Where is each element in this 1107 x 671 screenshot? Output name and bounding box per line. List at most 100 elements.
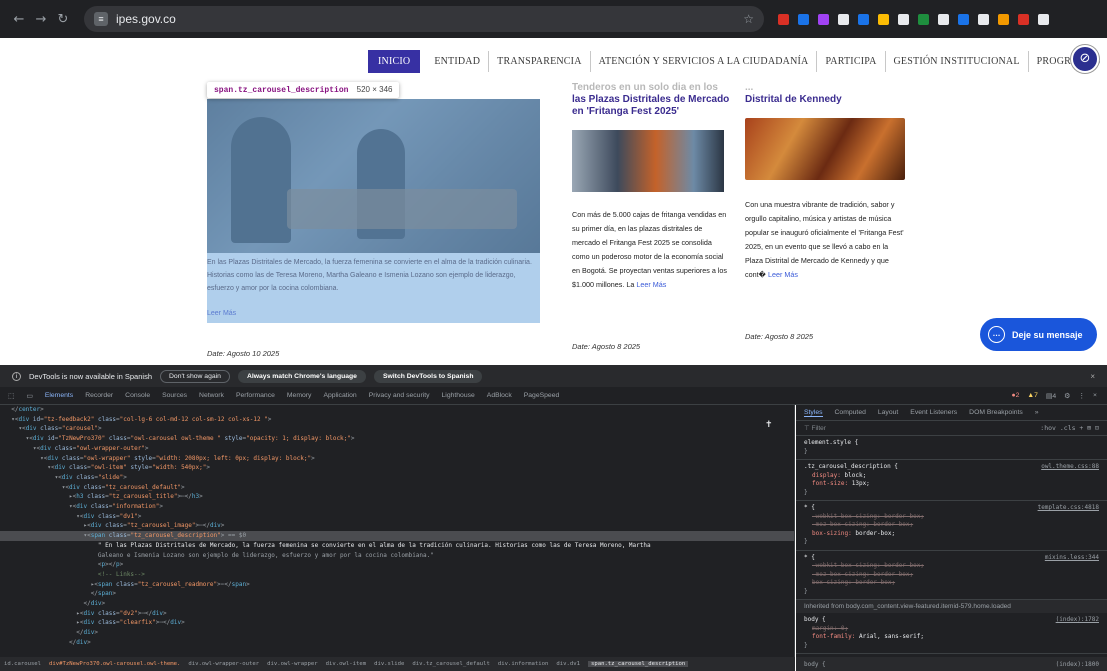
css-rule-description[interactable]: owl.theme.css:88 .tz_carousel_descriptio… bbox=[796, 460, 1107, 501]
dom-node-line[interactable]: </center> bbox=[0, 405, 794, 415]
extension-icon[interactable] bbox=[1018, 13, 1029, 25]
extension-icon[interactable] bbox=[1038, 13, 1049, 25]
rule-source-link[interactable]: (index):1782 bbox=[1056, 616, 1099, 625]
dom-node-line[interactable]: ▾<div class="information"> bbox=[0, 502, 794, 512]
css-property[interactable]: display: block; bbox=[804, 472, 1099, 481]
extension-icon[interactable] bbox=[938, 13, 949, 25]
devtools-tab-sources[interactable]: Sources bbox=[162, 392, 187, 399]
breadcrumb-item[interactable]: span.tz_carousel_description bbox=[587, 661, 689, 667]
breadcrumb-item[interactable]: div#TzNewPro370.owl-carousel.owl-theme. bbox=[49, 661, 180, 667]
extension-icon[interactable] bbox=[978, 13, 989, 25]
news-title-kennedy[interactable]: ... Distrital de Kennedy bbox=[745, 82, 910, 106]
styles-tab-»[interactable]: » bbox=[1035, 409, 1039, 416]
dom-node-line[interactable]: ▾<span class="tz_carousel_description"> … bbox=[0, 531, 794, 541]
dom-node-line[interactable]: ▾<div class="owl-item" style="width: 540… bbox=[0, 463, 794, 473]
dom-node-line[interactable]: Galeano e Ismenia Lozano son ejemplo de … bbox=[0, 551, 794, 561]
breadcrumb-item[interactable]: div.tz_carousel_default bbox=[412, 661, 489, 667]
reload-button[interactable]: ↻ bbox=[52, 12, 74, 27]
dom-node-line[interactable]: </div> bbox=[0, 599, 794, 609]
css-property[interactable]: box-sizing: border-box; bbox=[804, 530, 1099, 539]
styles-tab-layout[interactable]: Layout bbox=[878, 409, 898, 416]
inspect-element-icon[interactable]: ⬚ bbox=[8, 392, 14, 400]
nav-item-participa[interactable]: PARTICIPA bbox=[817, 51, 886, 72]
dom-node-line[interactable]: </div> bbox=[0, 628, 794, 638]
extension-icon[interactable] bbox=[818, 13, 829, 25]
dom-node-line[interactable]: " En las Plazas Distritales de Mercado, … bbox=[0, 541, 794, 551]
extension-icon[interactable] bbox=[798, 13, 809, 25]
nav-item-atención[interactable]: ATENCIÓN Y SERVICIOS A LA CIUDADANÍA bbox=[591, 51, 818, 72]
css-property[interactable]: font-size: 13px; bbox=[804, 480, 1099, 489]
nav-item-inicio[interactable]: INICIO bbox=[368, 50, 421, 73]
read-more-link[interactable]: Leer Más bbox=[207, 310, 236, 317]
extension-icon[interactable] bbox=[838, 13, 849, 25]
dom-node-line[interactable]: ▾<div class="carousel"> bbox=[0, 424, 794, 434]
styles-tab-computed[interactable]: Computed bbox=[835, 409, 866, 416]
rule-source-link[interactable]: mixins.less:344 bbox=[1045, 554, 1099, 563]
info-count[interactable]: ▤4 bbox=[1046, 392, 1056, 400]
breadcrumb-item[interactable]: div.information bbox=[498, 661, 549, 667]
devtools-tab-pagespeed[interactable]: PageSpeed bbox=[524, 392, 560, 399]
dom-node-line[interactable]: ▸<div class="dv2">⋯</div> bbox=[0, 609, 794, 619]
nav-item-entidad[interactable]: ENTIDAD bbox=[426, 51, 490, 72]
css-property[interactable]: font-family: Arial, sans-serif; bbox=[804, 633, 1099, 642]
styles-tab-event-listeners[interactable]: Event Listeners bbox=[910, 409, 957, 416]
style-tools[interactable]: :hov .cls + ⊞ ⊡ bbox=[1040, 424, 1099, 432]
bookmark-star-icon[interactable]: ☆ bbox=[743, 12, 754, 26]
devtools-tab-elements[interactable]: Elements bbox=[45, 392, 73, 399]
switch-language-button[interactable]: Switch DevTools to Spanish bbox=[373, 369, 483, 383]
accessibility-icon[interactable]: ⊘ bbox=[1071, 45, 1099, 73]
dom-node-line[interactable]: ▸<span class="tz_carousel_readmore">⋯</s… bbox=[0, 580, 794, 590]
close-devtools-icon[interactable]: × bbox=[1093, 392, 1097, 399]
leave-message-button[interactable]: … Deje su mensaje bbox=[980, 318, 1097, 351]
breadcrumb-item[interactable]: div.slide bbox=[374, 661, 404, 667]
dom-node-line[interactable]: ▾<div class="owl-wrapper-outer"> bbox=[0, 444, 794, 454]
css-property[interactable]: -moz-box-sizing: border-box; bbox=[804, 521, 1099, 530]
more-options-icon[interactable]: ⋮ bbox=[1078, 392, 1085, 400]
dom-node-line[interactable]: ▾<div class="slide"> bbox=[0, 473, 794, 483]
breadcrumb-item[interactable]: id.carousel bbox=[4, 661, 41, 667]
devtools-tab-performance[interactable]: Performance bbox=[236, 392, 275, 399]
extension-icon[interactable] bbox=[878, 13, 889, 25]
css-property[interactable]: -webkit-box-sizing: border-box; bbox=[804, 562, 1099, 571]
back-button[interactable]: ← bbox=[8, 12, 30, 27]
read-more-link[interactable]: Leer Más bbox=[636, 280, 666, 289]
extension-icon[interactable] bbox=[998, 13, 1009, 25]
breadcrumb-item[interactable]: div.owl-wrapper-outer bbox=[188, 661, 259, 667]
dom-node-line[interactable]: ▾<div id="tz-feedback2" class="col-lg-6 … bbox=[0, 415, 794, 425]
css-property[interactable]: box-sizing: border-box; bbox=[804, 579, 1099, 588]
css-rule-body[interactable]: (index):1782 body { margin: 0; font-famil… bbox=[796, 613, 1107, 654]
extension-icon[interactable] bbox=[958, 13, 969, 25]
nav-item-gestión[interactable]: GESTIÓN INSTITUCIONAL bbox=[886, 51, 1029, 72]
css-property[interactable]: margin: 0; bbox=[804, 625, 1099, 634]
devtools-tab-memory[interactable]: Memory bbox=[287, 392, 312, 399]
extension-icon[interactable] bbox=[918, 13, 929, 25]
breadcrumb-item[interactable]: div.owl-wrapper bbox=[267, 661, 318, 667]
devtools-tab-recorder[interactable]: Recorder bbox=[85, 392, 113, 399]
dom-node-line[interactable]: ▸<h3 class="tz_carousel_title">⋯</h3> bbox=[0, 492, 794, 502]
css-rule-universal-mixins[interactable]: mixins.less:344 * { -webkit-box-sizing: … bbox=[796, 551, 1107, 600]
device-toolbar-icon[interactable]: ▭ bbox=[26, 392, 32, 400]
dom-node-line[interactable]: ▾<div class="dv1"> bbox=[0, 512, 794, 522]
news-title-fritanga[interactable]: Tenderos en un solo dia en los las Plaza… bbox=[572, 82, 732, 118]
styles-tab-styles[interactable]: Styles bbox=[804, 409, 823, 417]
dom-node-line[interactable]: ▾<div id="TzNewPro370" class="owl-carous… bbox=[0, 434, 794, 444]
extension-icon[interactable] bbox=[778, 13, 789, 25]
devtools-tab-lighthouse[interactable]: Lighthouse bbox=[442, 392, 475, 399]
dom-node-line[interactable]: </span> bbox=[0, 589, 794, 599]
breadcrumb-item[interactable]: div.dv1 bbox=[556, 661, 580, 667]
settings-gear-icon[interactable]: ⚙ bbox=[1064, 392, 1070, 400]
read-more-link[interactable]: Leer Más bbox=[768, 270, 798, 279]
devtools-tab-network[interactable]: Network bbox=[199, 392, 224, 399]
devtools-tab-privacy-and-security[interactable]: Privacy and security bbox=[369, 392, 430, 399]
dom-node-line[interactable]: <!-- Links--> bbox=[0, 570, 794, 580]
dom-node-line[interactable]: <p></p> bbox=[0, 560, 794, 570]
dom-node-line[interactable]: ▾<div class="owl-wrapper" style="width: … bbox=[0, 454, 794, 464]
devtools-tab-application[interactable]: Application bbox=[323, 392, 356, 399]
devtools-tab-adblock[interactable]: AdBlock bbox=[487, 392, 512, 399]
close-icon[interactable]: × bbox=[1090, 372, 1095, 381]
dom-node-line[interactable]: </div> bbox=[0, 638, 794, 648]
css-rule-universal[interactable]: template.css:4818 * { -webkit-box-sizing… bbox=[796, 501, 1107, 551]
warning-count[interactable]: ▲7 bbox=[1027, 392, 1038, 399]
dom-node-line[interactable]: ▸<div class="tz_carousel_image">⋯</div> bbox=[0, 521, 794, 531]
dont-show-again-button[interactable]: Don't show again bbox=[160, 369, 230, 383]
